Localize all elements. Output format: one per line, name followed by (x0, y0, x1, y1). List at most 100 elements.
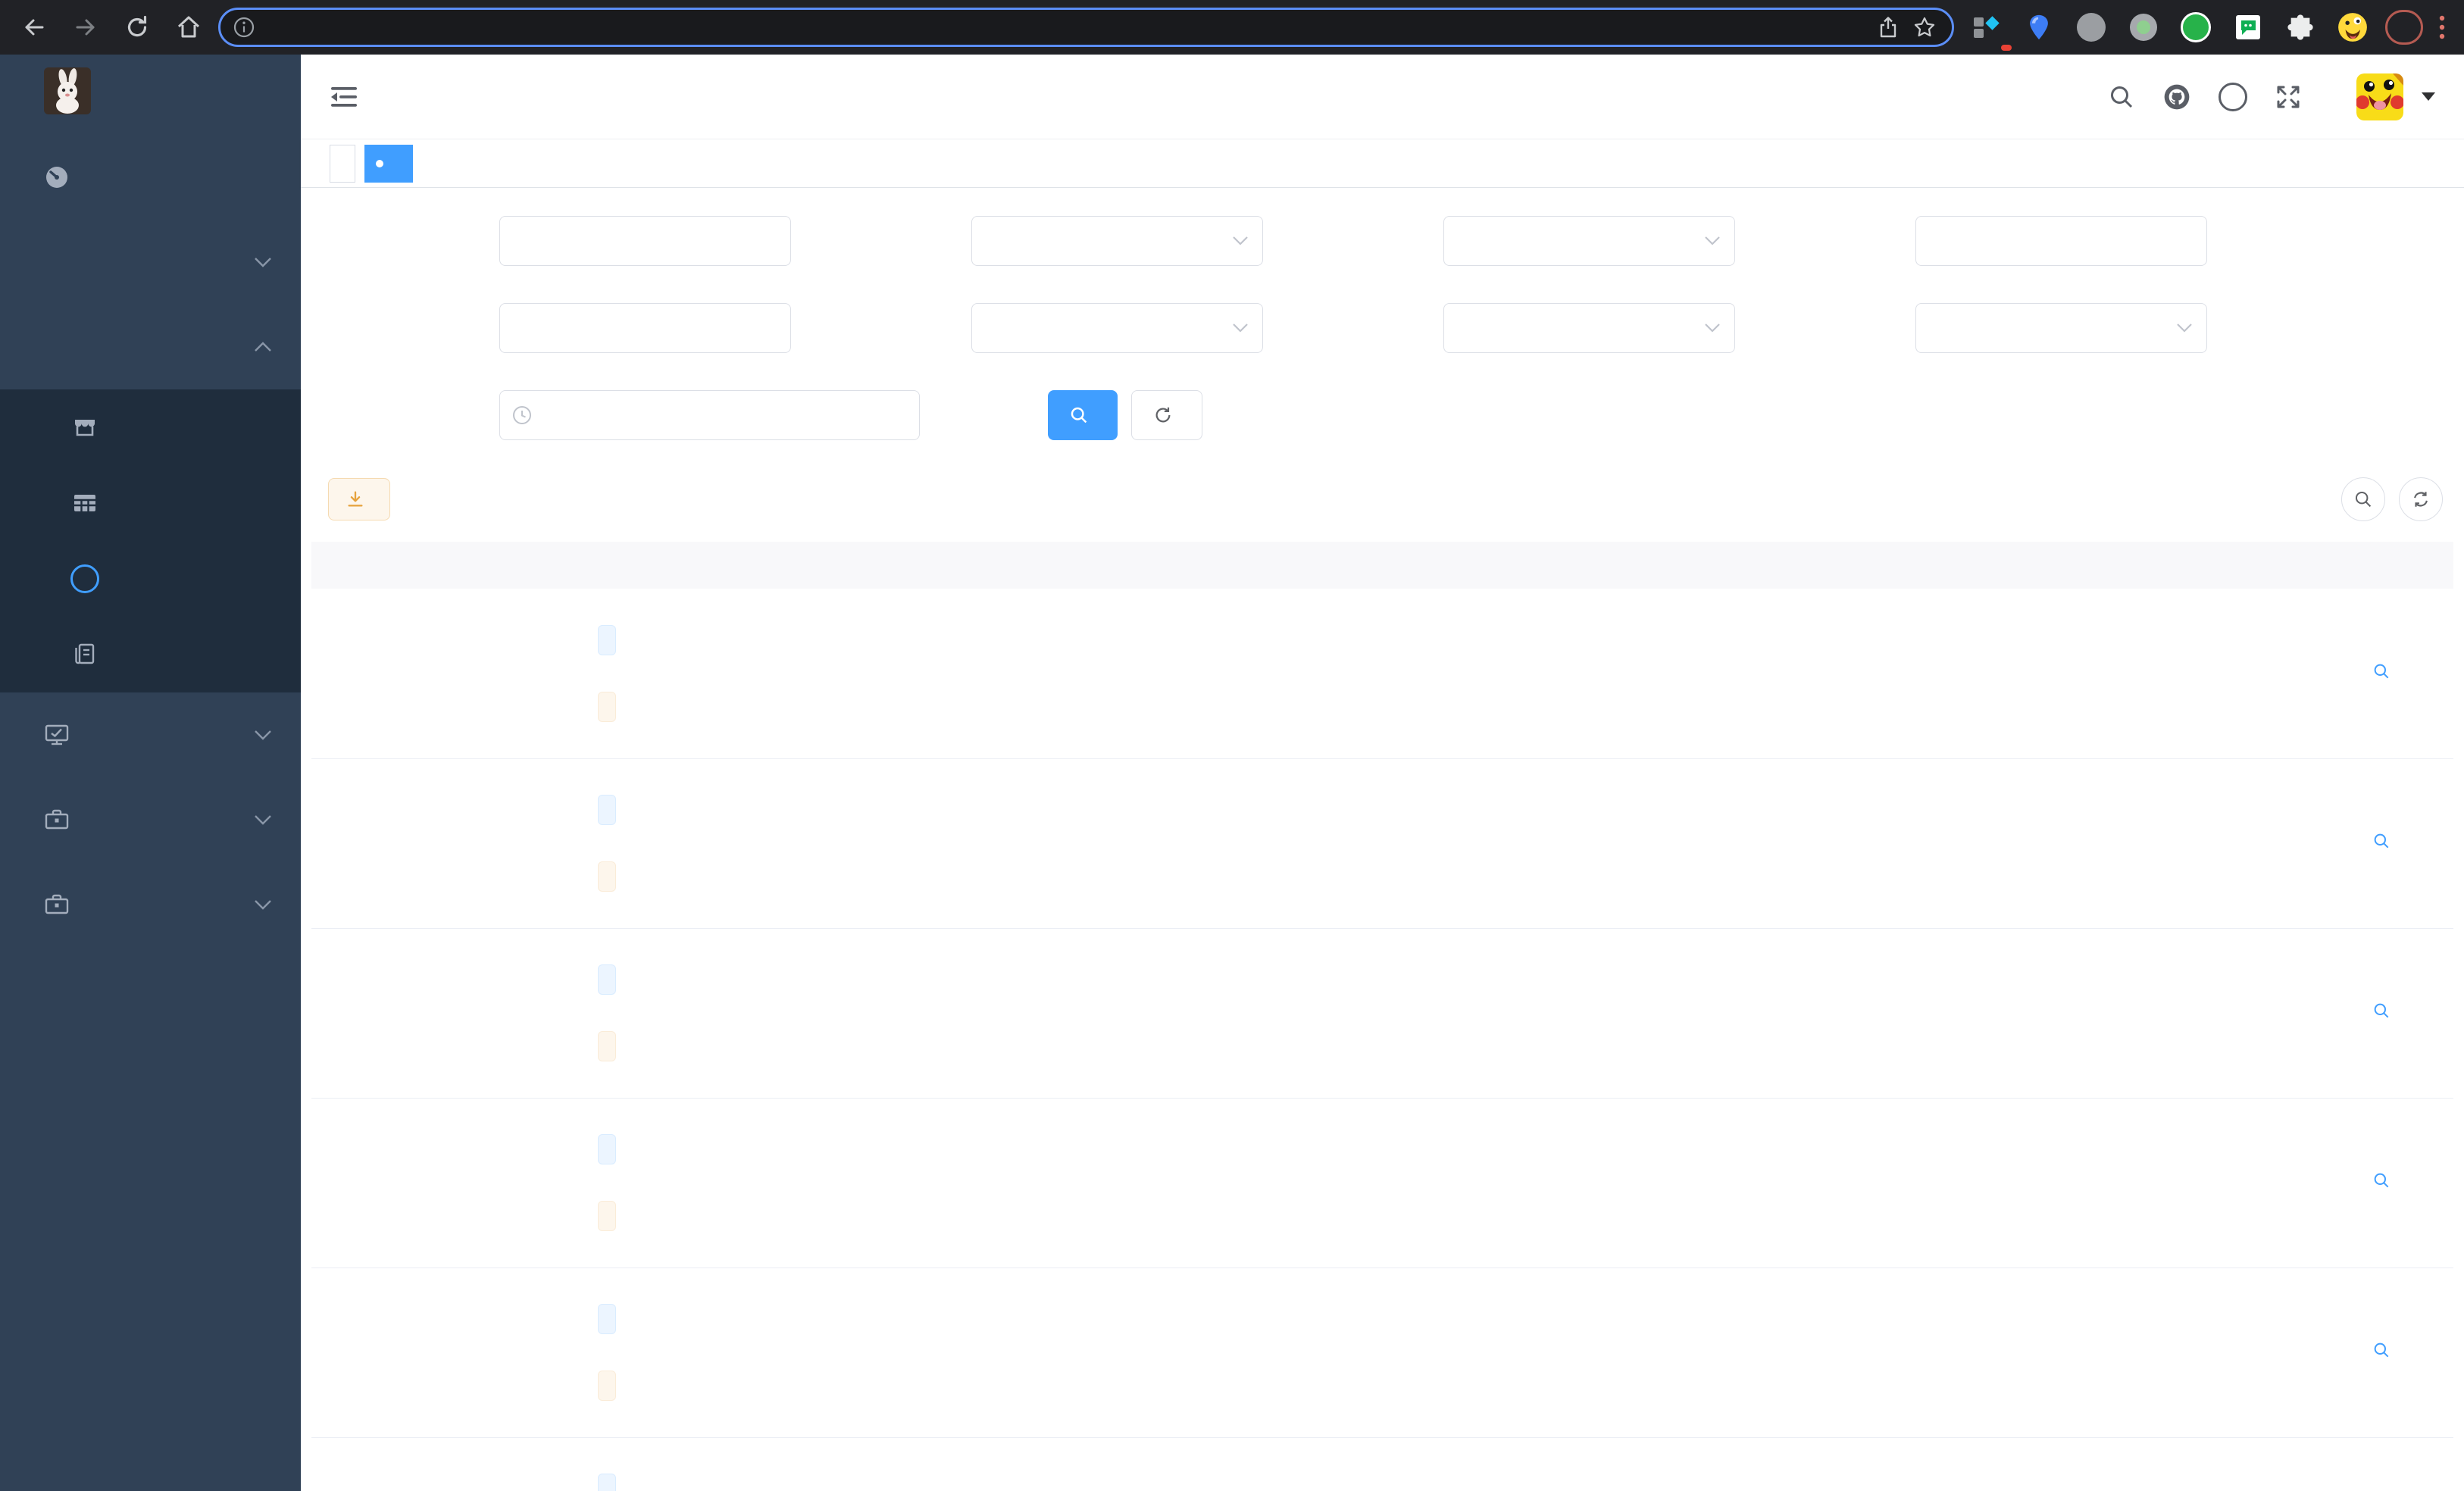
extensions-puzzle-icon[interactable] (2284, 11, 2316, 43)
extension-chat-icon[interactable] (2232, 11, 2264, 43)
col-status (1740, 542, 1876, 589)
merchant-tag (598, 1474, 616, 1491)
sidebar-item-merchant-info[interactable] (0, 389, 301, 465)
extension-blocks-icon[interactable] (1971, 11, 2012, 51)
cell-id (311, 1268, 396, 1438)
table-header-row (311, 542, 2453, 589)
view-details-link[interactable] (2372, 662, 2397, 680)
refresh-button[interactable] (2399, 477, 2443, 521)
app-id-select[interactable] (971, 216, 1263, 266)
extension-y-icon[interactable] (2180, 11, 2212, 43)
channel-code-select[interactable] (1443, 216, 1735, 266)
reload-icon[interactable] (123, 13, 152, 42)
cell-pay-order (587, 1437, 996, 1491)
cell-channel (396, 1098, 587, 1268)
url-bar[interactable] (218, 8, 1954, 47)
sidebar-item-pay-order[interactable] (0, 541, 301, 617)
pay-status-select[interactable] (971, 303, 1263, 353)
cell-paid (2164, 928, 2315, 1099)
share-icon[interactable] (1876, 15, 1900, 39)
document-icon (68, 641, 102, 668)
sidebar-item-workflow[interactable] (0, 862, 301, 947)
chevron-up-icon (254, 342, 272, 352)
cell-title (996, 1268, 1288, 1438)
channel-order-no-input[interactable] (499, 303, 791, 353)
cell-notify (1876, 758, 2012, 929)
col-refund (1589, 542, 1740, 589)
cell-channel (396, 1437, 587, 1491)
fullscreen-icon[interactable] (2275, 83, 2302, 111)
tab-home[interactable] (330, 144, 355, 183)
table-row (311, 1098, 2453, 1268)
app-logo[interactable] (0, 55, 301, 127)
sidebar-item-system[interactable] (0, 220, 301, 305)
search-icon[interactable] (2108, 83, 2135, 111)
extension-pin-icon[interactable] (2023, 11, 2055, 43)
view-details-link[interactable] (2372, 832, 2397, 850)
chevron-down-icon (1233, 236, 1248, 245)
chevron-down-icon (254, 899, 272, 910)
avatar[interactable] (2356, 73, 2403, 120)
notify-status-select[interactable] (1915, 303, 2207, 353)
bookmark-star-icon[interactable] (1912, 15, 1937, 39)
merchant-input[interactable] (499, 216, 791, 266)
forward-icon[interactable] (71, 13, 100, 42)
page-content (301, 188, 2464, 1491)
browser-menu-icon[interactable] (2438, 14, 2446, 41)
merchant-tag (598, 964, 616, 995)
sidebar-collapse-icon[interactable] (330, 84, 358, 110)
cell-created (2012, 1098, 2164, 1268)
reset-button[interactable] (1131, 390, 1202, 440)
sidebar-item-infrastructure[interactable] (0, 692, 301, 777)
tab-pay-order[interactable] (364, 144, 413, 183)
cell-amount (1288, 928, 1438, 1099)
back-icon[interactable] (20, 13, 48, 42)
refund-status-select[interactable] (1443, 303, 1735, 353)
store-icon (68, 414, 102, 441)
active-dot (376, 159, 383, 167)
browser-update-button[interactable] (2385, 10, 2423, 45)
cell-fee (1438, 1098, 1589, 1268)
toggle-search-button[interactable] (2341, 477, 2385, 521)
extension-badge (2001, 45, 2012, 51)
pay-tag (598, 1201, 616, 1231)
sidebar-submenu-payment (0, 389, 301, 692)
home-icon[interactable] (174, 13, 203, 42)
view-details-link[interactable] (2372, 1171, 2397, 1189)
cell-title (996, 1437, 1288, 1491)
col-title (996, 542, 1288, 589)
filter-refund-status (1272, 303, 1735, 353)
view-details-link[interactable] (2372, 1341, 2397, 1359)
cell-status (1740, 1098, 1876, 1268)
chevron-down-icon (254, 730, 272, 740)
caret-down-icon[interactable] (2422, 92, 2435, 101)
extension-command-icon[interactable] (2075, 11, 2107, 43)
help-icon[interactable] (2219, 82, 2247, 111)
github-icon[interactable] (2162, 83, 2191, 111)
export-button[interactable] (328, 478, 390, 520)
col-amount (1288, 542, 1438, 589)
sidebar-item-refund-order[interactable] (0, 617, 301, 692)
filter-channel-code (1272, 216, 1735, 266)
orders-table (311, 542, 2453, 1491)
cell-amount (1288, 1437, 1438, 1491)
cell-notify (1876, 1268, 2012, 1438)
sidebar-item-app-info[interactable] (0, 465, 301, 541)
sidebar-item-payment[interactable] (0, 305, 301, 389)
extension-dot-icon[interactable] (2128, 11, 2159, 43)
top-navbar (301, 55, 2464, 139)
yen-circle-icon (68, 564, 102, 593)
view-details-link[interactable] (2372, 1002, 2397, 1020)
date-range-picker[interactable] (499, 390, 920, 440)
search-button[interactable] (1048, 390, 1118, 440)
merchant-order-no-input[interactable] (1915, 216, 2207, 266)
sidebar-item-devtools[interactable] (0, 777, 301, 862)
cell-status (1740, 928, 1876, 1099)
filter-merchant (328, 216, 791, 266)
profile-emoji-icon[interactable] (2337, 11, 2369, 43)
site-info-icon[interactable] (233, 16, 255, 39)
cell-paid (2164, 589, 2315, 759)
sidebar-item-home[interactable] (0, 135, 301, 220)
cell-notify (1876, 928, 2012, 1099)
cell-notify (1876, 1098, 2012, 1268)
